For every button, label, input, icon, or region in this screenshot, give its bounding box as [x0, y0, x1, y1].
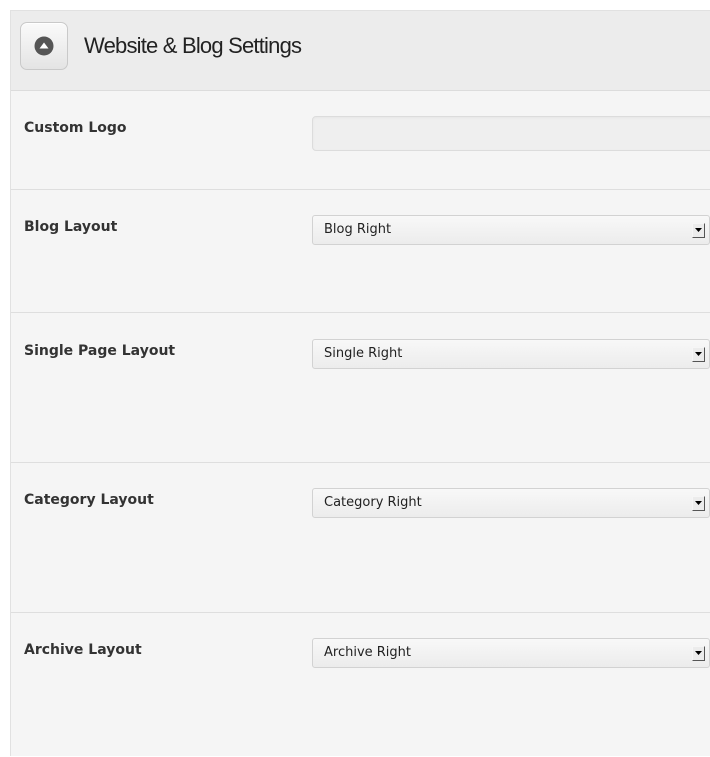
category-layout-selected-value: Category Right	[324, 495, 422, 510]
collapse-toggle-button[interactable]	[20, 22, 68, 70]
chevron-down-icon[interactable]	[692, 496, 705, 511]
custom-logo-input[interactable]	[312, 116, 710, 151]
panel-title: Website & Blog Settings	[84, 33, 302, 58]
chevron-down-icon[interactable]	[692, 223, 705, 238]
panel-header: Website & Blog Settings	[11, 11, 710, 91]
collapse-up-icon	[34, 36, 54, 56]
row-archive-layout: Archive Layout Archive Right	[11, 613, 710, 757]
single-page-layout-select[interactable]: Single Right	[312, 339, 710, 369]
category-layout-label: Category Layout	[24, 492, 154, 508]
category-layout-select[interactable]: Category Right	[312, 488, 710, 518]
settings-panel: Website & Blog Settings Custom Logo Blog…	[10, 10, 710, 756]
chevron-down-icon[interactable]	[692, 646, 705, 661]
archive-layout-selected-value: Archive Right	[324, 645, 412, 660]
row-blog-layout: Blog Layout Blog Right	[11, 190, 710, 313]
blog-layout-label: Blog Layout	[24, 219, 118, 235]
blog-layout-selected-value: Blog Right	[324, 222, 392, 237]
custom-logo-label: Custom Logo	[24, 120, 127, 136]
single-page-layout-label: Single Page Layout	[24, 343, 176, 359]
archive-layout-label: Archive Layout	[24, 642, 142, 658]
row-category-layout: Category Layout Category Right	[11, 463, 710, 613]
row-custom-logo: Custom Logo	[11, 91, 710, 190]
single-page-layout-selected-value: Single Right	[324, 346, 403, 361]
chevron-down-icon[interactable]	[692, 347, 705, 362]
blog-layout-select[interactable]: Blog Right	[312, 215, 710, 245]
archive-layout-select[interactable]: Archive Right	[312, 638, 710, 668]
row-single-page-layout: Single Page Layout Single Right	[11, 313, 710, 463]
